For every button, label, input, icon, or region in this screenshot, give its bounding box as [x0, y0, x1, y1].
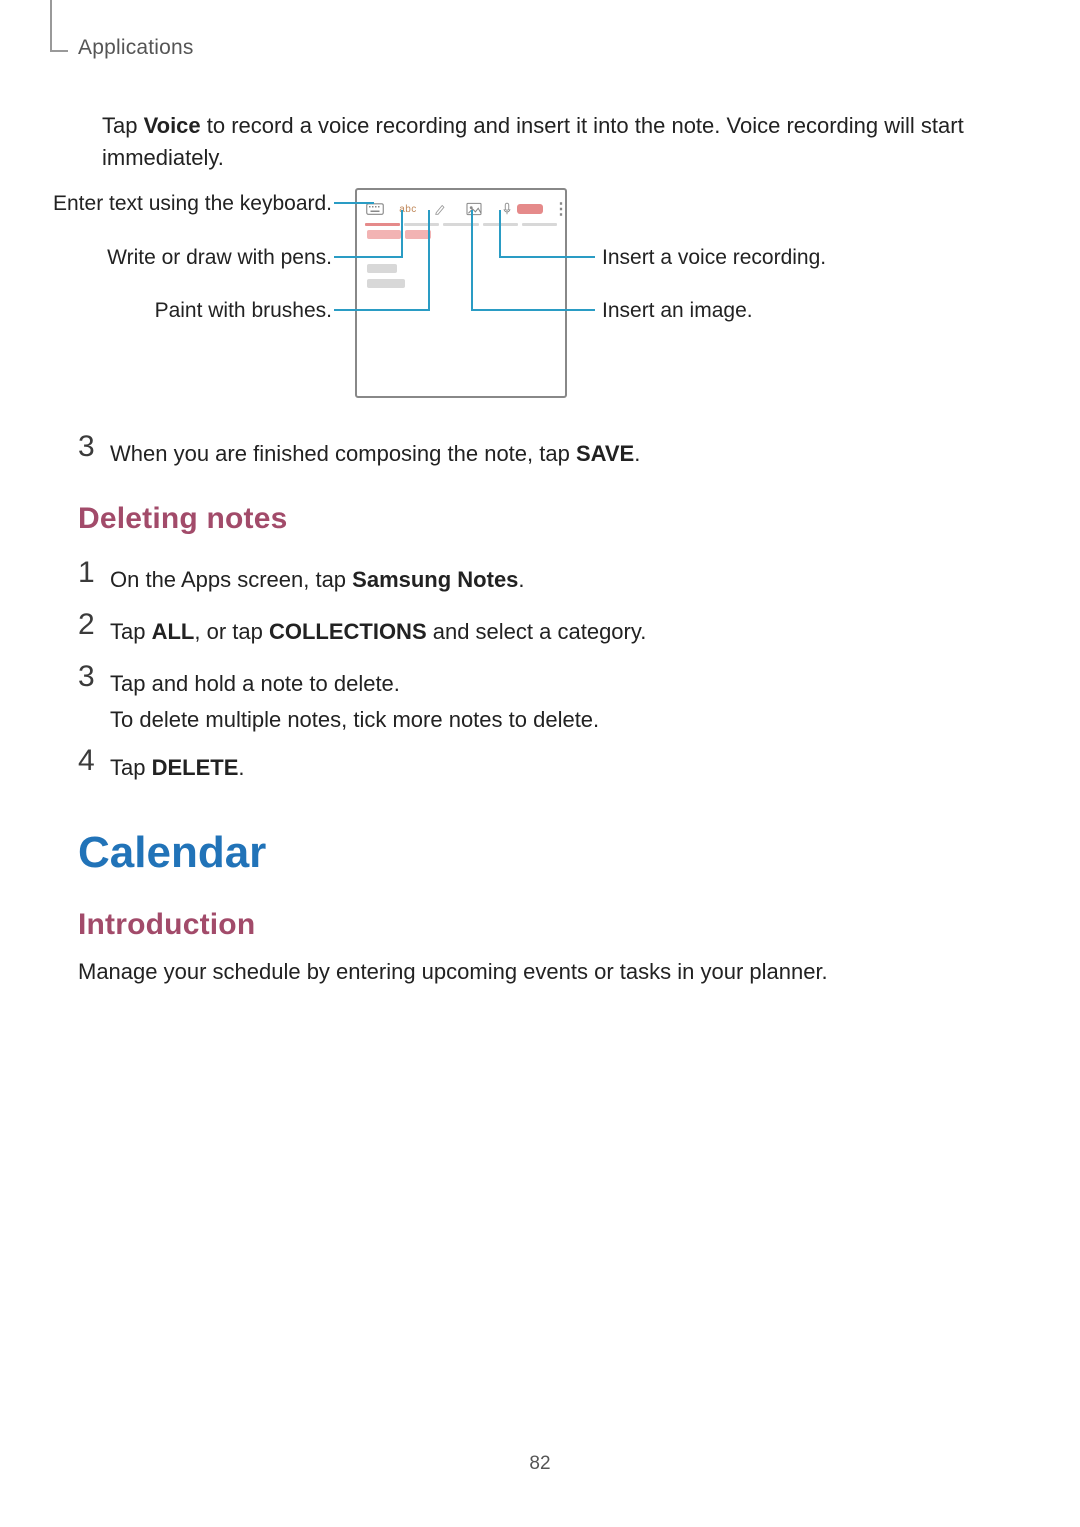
callout-line [428, 210, 430, 311]
save-indicator [517, 204, 543, 214]
text: , or tap [194, 619, 269, 644]
text: On the Apps screen, tap [110, 567, 352, 592]
section-introduction: Introduction [78, 908, 255, 942]
callout-line [334, 309, 428, 311]
callout-voice-label: Insert a voice recording. [602, 246, 826, 270]
bold-voice: Voice [144, 113, 201, 138]
text: . [518, 567, 524, 592]
step-number-3: 3 [78, 430, 95, 464]
callout-line [401, 210, 403, 258]
callout-line [499, 210, 501, 258]
callout-line [499, 256, 595, 258]
deleting-step-2: Tap ALL, or tap COLLECTIONS and select a… [110, 616, 1002, 648]
image-icon [464, 200, 484, 218]
callout-pen-label: Write or draw with pens. [107, 246, 332, 270]
text-line-2: To delete multiple notes, tick more note… [110, 704, 1002, 736]
toolbar-diagram: Enter text using the keyboard. Write or … [102, 186, 1002, 402]
step-number-4: 4 [78, 744, 95, 778]
text: When you are finished composing the note… [110, 441, 576, 466]
pen-icon [431, 200, 451, 218]
step-number-2: 2 [78, 608, 95, 642]
text: to record a voice recording and insert i… [102, 113, 964, 170]
toolbar: abc ⋮ [365, 196, 557, 222]
callout-image-label: Insert an image. [602, 299, 753, 323]
bold-delete: DELETE [152, 755, 239, 780]
callout-brush-label: Paint with brushes. [155, 299, 332, 323]
step-3-text: When you are finished composing the note… [110, 438, 1002, 470]
deleting-step-3: Tap and hold a note to delete. To delete… [110, 668, 1002, 736]
callout-line [471, 309, 595, 311]
intro-paragraph: Tap Voice to record a voice recording an… [102, 110, 1002, 174]
callout-line [334, 202, 374, 204]
section-deleting-notes: Deleting notes [78, 502, 288, 536]
more-icon: ⋮ [553, 199, 568, 219]
callout-line [334, 256, 401, 258]
header-vertical-rule [50, 0, 52, 50]
callout-keyboard-label: Enter text using the keyboard. [53, 192, 332, 216]
title-calendar: Calendar [78, 828, 266, 878]
text: Tap [110, 619, 152, 644]
deleting-step-4: Tap DELETE. [110, 752, 1002, 784]
text: . [634, 441, 640, 466]
text: Tap [110, 755, 152, 780]
bold-all: ALL [152, 619, 195, 644]
bold-collections: COLLECTIONS [269, 619, 427, 644]
calendar-intro-paragraph: Manage your schedule by entering upcomin… [78, 956, 1002, 988]
chapter-label: Applications [78, 36, 194, 60]
note-content-placeholder [367, 230, 555, 294]
text: Tap [102, 113, 144, 138]
deleting-step-1: On the Apps screen, tap Samsung Notes. [110, 564, 1002, 596]
text: and select a category. [427, 619, 647, 644]
text-line-1: Tap and hold a note to delete. [110, 668, 1002, 700]
step-number-1: 1 [78, 556, 95, 590]
toolbar-underline [365, 223, 557, 226]
header-horizontal-rule [50, 50, 68, 52]
page-number: 82 [0, 1453, 1080, 1475]
text: . [238, 755, 244, 780]
bold-save: SAVE [576, 441, 634, 466]
callout-line [471, 210, 473, 311]
bold-samsung-notes: Samsung Notes [352, 567, 518, 592]
step-number-3: 3 [78, 660, 95, 694]
note-toolbar-mock: abc ⋮ [355, 188, 567, 398]
toolbar-left: abc [365, 200, 517, 218]
